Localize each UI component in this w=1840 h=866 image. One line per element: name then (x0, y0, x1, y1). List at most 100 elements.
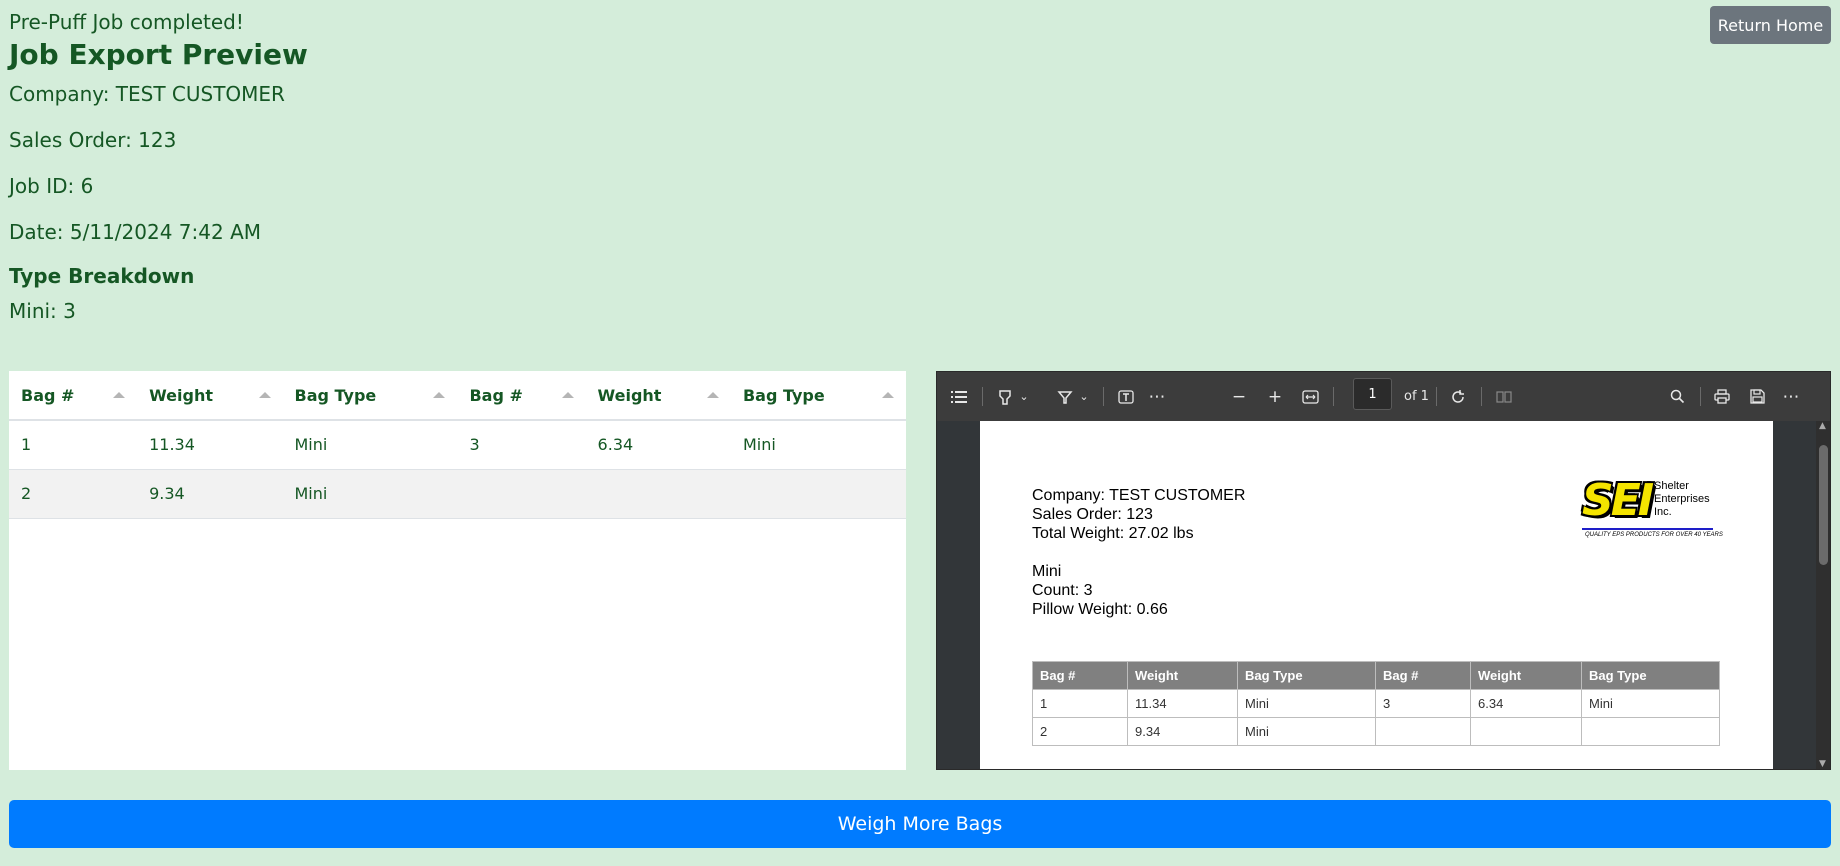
toolbar-separator (1700, 387, 1701, 406)
pdf-column-header: Bag # (1375, 661, 1471, 690)
print-icon[interactable] (1710, 372, 1734, 421)
table-cell: 6.34 (585, 420, 731, 470)
pdf-table-cell: Mini (1237, 717, 1376, 746)
pdf-table-header-row: Bag # Weight Bag Type Bag # Weight Bag T… (1032, 661, 1720, 690)
pdf-bags-table: Bag # Weight Bag Type Bag # Weight Bag T… (1032, 661, 1720, 746)
pdf-table-cell: 2 (1032, 717, 1128, 746)
job-id-info: Job ID: 6 (9, 174, 94, 198)
weigh-more-bags-button[interactable]: Weigh More Bags (9, 800, 1831, 848)
toolbar-separator (1103, 387, 1104, 406)
scroll-down-icon[interactable]: ▼ (1819, 759, 1826, 769)
text-box-icon[interactable] (1114, 372, 1138, 421)
save-icon[interactable] (1745, 372, 1769, 421)
pdf-table-cell (1470, 717, 1582, 746)
return-home-button[interactable]: Return Home (1710, 6, 1831, 44)
pdf-table-cell: 3 (1375, 689, 1471, 718)
pdf-table-cell (1581, 717, 1720, 746)
toolbar-separator (1333, 387, 1334, 406)
pdf-column-header: Bag # (1032, 661, 1128, 690)
pdf-toolbar: ⌄ ⌄ ⋯ − + of 1 (937, 372, 1830, 421)
sort-icon (258, 392, 271, 398)
status-message: Pre-Puff Job completed! (9, 10, 244, 34)
type-breakdown-item: Mini: 3 (9, 299, 76, 323)
logo-mark: SEI (1582, 475, 1654, 526)
page-number-input[interactable] (1353, 378, 1392, 410)
company-logo: SEI Shelter Enterprises Inc. QUALITY EPS… (1582, 475, 1723, 542)
page-count: of 1 (1404, 389, 1429, 404)
sort-icon (433, 392, 446, 398)
pdf-table-cell: 9.34 (1127, 717, 1238, 746)
search-icon[interactable] (1665, 372, 1689, 421)
date-info: Date: 5/11/2024 7:42 AM (9, 220, 262, 244)
toolbar-separator (982, 387, 983, 406)
fit-width-icon[interactable] (1298, 372, 1322, 421)
pdf-job-summary: Company: TEST CUSTOMER Sales Order: 123 … (1032, 486, 1245, 619)
pdf-table-cell (1375, 717, 1471, 746)
logo-tagline: QUALITY EPS PRODUCTS FOR OVER 40 YEARS (1585, 532, 1723, 538)
pdf-scrollbar[interactable]: ▲ ▼ (1816, 421, 1830, 769)
table-cell: 9.34 (137, 469, 283, 519)
logo-company-name: Shelter Enterprises Inc. (1654, 480, 1710, 518)
rotate-icon[interactable] (1446, 372, 1470, 421)
table-cell (457, 469, 586, 519)
pdf-table-row: 2 9.34 Mini (1032, 717, 1720, 746)
table-cell (585, 469, 731, 519)
column-header-bag-number[interactable]: Bag # (9, 371, 138, 421)
chevron-down-icon[interactable]: ⌄ (1017, 372, 1031, 421)
column-header-weight[interactable]: Weight (137, 371, 283, 421)
pdf-count: Count: 3 (1032, 582, 1093, 599)
pdf-column-header: Weight (1127, 661, 1238, 690)
pdf-table-cell: 1 (1032, 689, 1128, 718)
column-header-bag-number-2[interactable]: Bag # (457, 371, 586, 421)
pdf-table-cell: 11.34 (1127, 689, 1238, 718)
page-title: Job Export Preview (9, 38, 308, 71)
sort-icon (706, 392, 719, 398)
company-info: Company: TEST CUSTOMER (9, 82, 285, 106)
chevron-down-icon[interactable]: ⌄ (1077, 372, 1091, 421)
pdf-table-cell: Mini (1581, 689, 1720, 718)
sort-icon (882, 392, 894, 398)
bags-table: Bag # Weight Bag Type Bag # Weight Bag T… (9, 371, 906, 519)
pdf-column-header: Bag Type (1237, 661, 1376, 690)
two-page-view-icon[interactable] (1492, 372, 1516, 421)
type-breakdown-heading: Type Breakdown (9, 264, 195, 288)
pdf-table-cell: 6.34 (1470, 689, 1582, 718)
table-cell: Mini (282, 420, 458, 470)
pdf-sales-order: Sales Order: 123 (1032, 506, 1153, 523)
sort-icon (561, 392, 574, 398)
outline-icon[interactable] (947, 372, 971, 421)
zoom-in-icon[interactable]: + (1263, 372, 1287, 421)
draw-icon[interactable] (1053, 372, 1077, 421)
table-cell (730, 469, 906, 519)
table-row: 1 11.34 Mini 3 6.34 Mini (9, 420, 906, 470)
column-header-bag-type[interactable]: Bag Type (282, 371, 458, 421)
table-cell: 11.34 (137, 420, 283, 470)
table-cell: 2 (9, 469, 138, 519)
toolbar-separator (1436, 387, 1437, 406)
pdf-bag-type: Mini (1032, 563, 1062, 580)
table-cell: 3 (457, 420, 586, 470)
logo-underline (1582, 528, 1713, 530)
pdf-total-weight: Total Weight: 27.02 lbs (1032, 525, 1194, 542)
pdf-column-header: Weight (1470, 661, 1582, 690)
highlight-icon[interactable] (993, 372, 1017, 421)
more-options-icon[interactable]: ⋯ (1779, 372, 1803, 421)
pdf-table-cell: Mini (1237, 689, 1376, 718)
pdf-table-row: 1 11.34 Mini 3 6.34 Mini (1032, 689, 1720, 718)
scrollbar-thumb[interactable] (1819, 445, 1828, 565)
bags-table-container: Bag # Weight Bag Type Bag # Weight Bag T… (9, 371, 906, 770)
sort-icon (113, 392, 126, 398)
scroll-up-icon[interactable]: ▲ (1819, 421, 1826, 431)
pdf-company: Company: TEST CUSTOMER (1032, 487, 1246, 504)
pdf-column-header: Bag Type (1581, 661, 1720, 690)
more-tools-icon[interactable]: ⋯ (1145, 372, 1169, 421)
zoom-out-icon[interactable]: − (1227, 372, 1251, 421)
pdf-pillow-weight: Pillow Weight: 0.66 (1032, 601, 1168, 618)
column-header-bag-type-2[interactable]: Bag Type (730, 371, 906, 421)
toolbar-separator (1481, 387, 1482, 406)
table-cell: 1 (9, 420, 138, 470)
column-header-weight-2[interactable]: Weight (585, 371, 731, 421)
table-row: 2 9.34 Mini (9, 469, 906, 519)
table-cell: Mini (282, 469, 458, 519)
